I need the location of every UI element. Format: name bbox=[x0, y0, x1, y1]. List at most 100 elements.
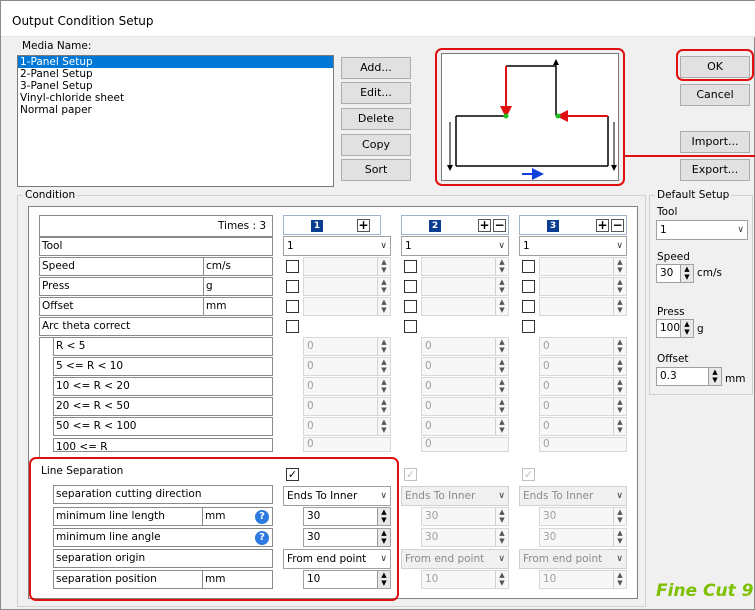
column-3-min-angle-spin[interactable]: 30 ▲ ▼ bbox=[539, 528, 627, 547]
edit-button[interactable]: Edit... bbox=[341, 82, 411, 104]
column-2-origin-select[interactable]: From end point ∨ bbox=[401, 549, 509, 569]
spin-value: 0 bbox=[307, 340, 314, 352]
column-3-r-large-spin[interactable]: 0 bbox=[539, 437, 627, 452]
default-press-label: Press bbox=[657, 306, 685, 318]
column-3-line-separation-checkbox[interactable]: ✓ bbox=[522, 468, 535, 481]
column-3-tool-select[interactable]: 1 ∨ bbox=[519, 236, 627, 256]
media-list-item[interactable]: 1-Panel Setup bbox=[18, 56, 333, 68]
import-button[interactable]: Import... bbox=[680, 131, 750, 153]
column-1-speed-checkbox[interactable] bbox=[286, 260, 299, 273]
column-2-min-angle-spin[interactable]: 30 ▲ ▼ bbox=[421, 528, 509, 547]
spin-value: 10 bbox=[543, 573, 557, 585]
column-3-offset-spin[interactable]: ▲ ▼ bbox=[539, 297, 627, 316]
add-column-3-icon[interactable]: + bbox=[596, 219, 609, 232]
column-3-arc-checkbox[interactable] bbox=[522, 320, 535, 333]
copy-button[interactable]: Copy bbox=[341, 134, 411, 156]
column-1-r100-spin[interactable]: 0 ▲ ▼ bbox=[303, 417, 391, 436]
add-button[interactable]: Add... bbox=[341, 57, 411, 79]
column-1-tool-select[interactable]: 1 ∨ bbox=[283, 236, 391, 256]
arc-indent bbox=[39, 337, 53, 459]
column-1-r-large-spin[interactable]: 0 bbox=[303, 437, 391, 452]
column-2-r10-spin[interactable]: 0 ▲ ▼ bbox=[421, 357, 509, 376]
remove-column-2-icon[interactable]: − bbox=[493, 219, 506, 232]
default-speed-spin[interactable]: 30 ▲ ▼ bbox=[656, 264, 694, 283]
chevron-down-icon: ∨ bbox=[498, 491, 505, 501]
column-3-r20-spin[interactable]: 0 ▲ ▼ bbox=[539, 377, 627, 396]
spin-value: 0 bbox=[425, 340, 432, 352]
column-3-press-spin[interactable]: ▲ ▼ bbox=[539, 277, 627, 296]
spin-value: 30 bbox=[425, 510, 439, 522]
add-column-1-icon[interactable]: + bbox=[357, 219, 370, 232]
column-2-r50-spin[interactable]: 0 ▲ ▼ bbox=[421, 397, 509, 416]
column-1-r50-spin[interactable]: 0 ▲ ▼ bbox=[303, 397, 391, 416]
column-2-offset-spin[interactable]: ▲ ▼ bbox=[421, 297, 509, 316]
column-2-min-length-spin[interactable]: 30 ▲ ▼ bbox=[421, 507, 509, 526]
column-1-press-spin[interactable]: ▲ ▼ bbox=[303, 277, 391, 296]
sort-button[interactable]: Sort bbox=[341, 159, 411, 181]
column-2-tool-select[interactable]: 1 ∨ bbox=[401, 236, 509, 256]
default-speed-unit: cm/s bbox=[697, 267, 723, 279]
column-3-press-checkbox[interactable] bbox=[522, 280, 535, 293]
column-3-offset-checkbox[interactable] bbox=[522, 300, 535, 313]
column-1-offset-checkbox[interactable] bbox=[286, 300, 299, 313]
column-2-r20-spin[interactable]: 0 ▲ ▼ bbox=[421, 377, 509, 396]
column-3-r100-spin[interactable]: 0 ▲ ▼ bbox=[539, 417, 627, 436]
add-column-2-icon[interactable]: + bbox=[478, 219, 491, 232]
media-name-label: Media Name: bbox=[22, 40, 92, 52]
spin-value: 10 bbox=[425, 573, 439, 585]
cancel-button[interactable]: Cancel bbox=[680, 84, 750, 106]
column-3-r10-spin[interactable]: 0 ▲ ▼ bbox=[539, 357, 627, 376]
spin-value: 0 bbox=[425, 400, 432, 412]
media-list[interactable]: 1-Panel Setup 2-Panel Setup 3-Panel Setu… bbox=[17, 55, 334, 187]
column-3-direction-select[interactable]: Ends To Inner ∨ bbox=[519, 486, 627, 506]
column-2-speed-spin[interactable]: ▲ ▼ bbox=[421, 257, 509, 276]
column-2-r-large-spin[interactable]: 0 bbox=[421, 437, 509, 452]
column-2-position-spin[interactable]: 10 ▲ ▼ bbox=[421, 570, 509, 589]
column-3-speed-spin[interactable]: ▲ ▼ bbox=[539, 257, 627, 276]
column-2-line-separation-checkbox[interactable]: ✓ bbox=[404, 468, 417, 481]
media-list-item[interactable]: 2-Panel Setup bbox=[18, 68, 333, 80]
default-offset-spin[interactable]: 0.3 ▲ ▼ bbox=[656, 367, 722, 386]
column-2-direction-select[interactable]: Ends To Inner ∨ bbox=[401, 486, 509, 506]
column-2-direction-value: Ends To Inner bbox=[405, 490, 476, 502]
default-tool-select[interactable]: 1 ∨ bbox=[656, 220, 748, 240]
column-2-arc-checkbox[interactable] bbox=[404, 320, 417, 333]
column-2-r100-spin[interactable]: 0 ▲ ▼ bbox=[421, 417, 509, 436]
column-3-origin-value: From end point bbox=[523, 553, 603, 565]
spin-value: 0 bbox=[543, 400, 550, 412]
fine-cut-logo: Fine Cut 9 bbox=[656, 581, 754, 601]
delete-button[interactable]: Delete bbox=[341, 108, 411, 130]
column-3-r5-spin[interactable]: 0 ▲ ▼ bbox=[539, 337, 627, 356]
column-2-r5-spin[interactable]: 0 ▲ ▼ bbox=[421, 337, 509, 356]
row-label-r100: 50 <= R < 100 bbox=[53, 417, 273, 436]
column-1-arc-checkbox[interactable] bbox=[286, 320, 299, 333]
default-press-unit: g bbox=[697, 323, 704, 335]
spin-value: 0 bbox=[307, 400, 314, 412]
column-1-press-checkbox[interactable] bbox=[286, 280, 299, 293]
column-1-r10-spin[interactable]: 0 ▲ ▼ bbox=[303, 357, 391, 376]
media-list-item[interactable]: Vinyl-chloride sheet bbox=[18, 92, 333, 104]
column-3-origin-select[interactable]: From end point ∨ bbox=[519, 549, 627, 569]
spin-value: 0 bbox=[543, 380, 550, 392]
column-3-min-length-spin[interactable]: 30 ▲ ▼ bbox=[539, 507, 627, 526]
column-2-press-spin[interactable]: ▲ ▼ bbox=[421, 277, 509, 296]
remove-column-3-icon[interactable]: − bbox=[611, 219, 624, 232]
media-list-item[interactable]: Normal paper bbox=[18, 104, 333, 116]
column-2-speed-checkbox[interactable] bbox=[404, 260, 417, 273]
highlight-connector-line bbox=[625, 155, 755, 157]
column-3-speed-checkbox[interactable] bbox=[522, 260, 535, 273]
column-3-position-spin[interactable]: 10 ▲ ▼ bbox=[539, 570, 627, 589]
column-1-r5-spin[interactable]: 0 ▲ ▼ bbox=[303, 337, 391, 356]
export-button[interactable]: Export... bbox=[680, 159, 750, 181]
spin-value: 30 bbox=[425, 531, 439, 543]
spin-value: 0 bbox=[543, 420, 550, 432]
media-list-item[interactable]: 3-Panel Setup bbox=[18, 80, 333, 92]
column-3-r50-spin[interactable]: 0 ▲ ▼ bbox=[539, 397, 627, 416]
column-1-offset-spin[interactable]: ▲ ▼ bbox=[303, 297, 391, 316]
column-2-press-checkbox[interactable] bbox=[404, 280, 417, 293]
column-2-offset-checkbox[interactable] bbox=[404, 300, 417, 313]
default-press-spin[interactable]: 100 ▲ ▼ bbox=[656, 319, 694, 338]
column-1-r20-spin[interactable]: 0 ▲ ▼ bbox=[303, 377, 391, 396]
column-1-speed-spin[interactable]: ▲ ▼ bbox=[303, 257, 391, 276]
column-3-tool-value: 1 bbox=[523, 240, 530, 252]
